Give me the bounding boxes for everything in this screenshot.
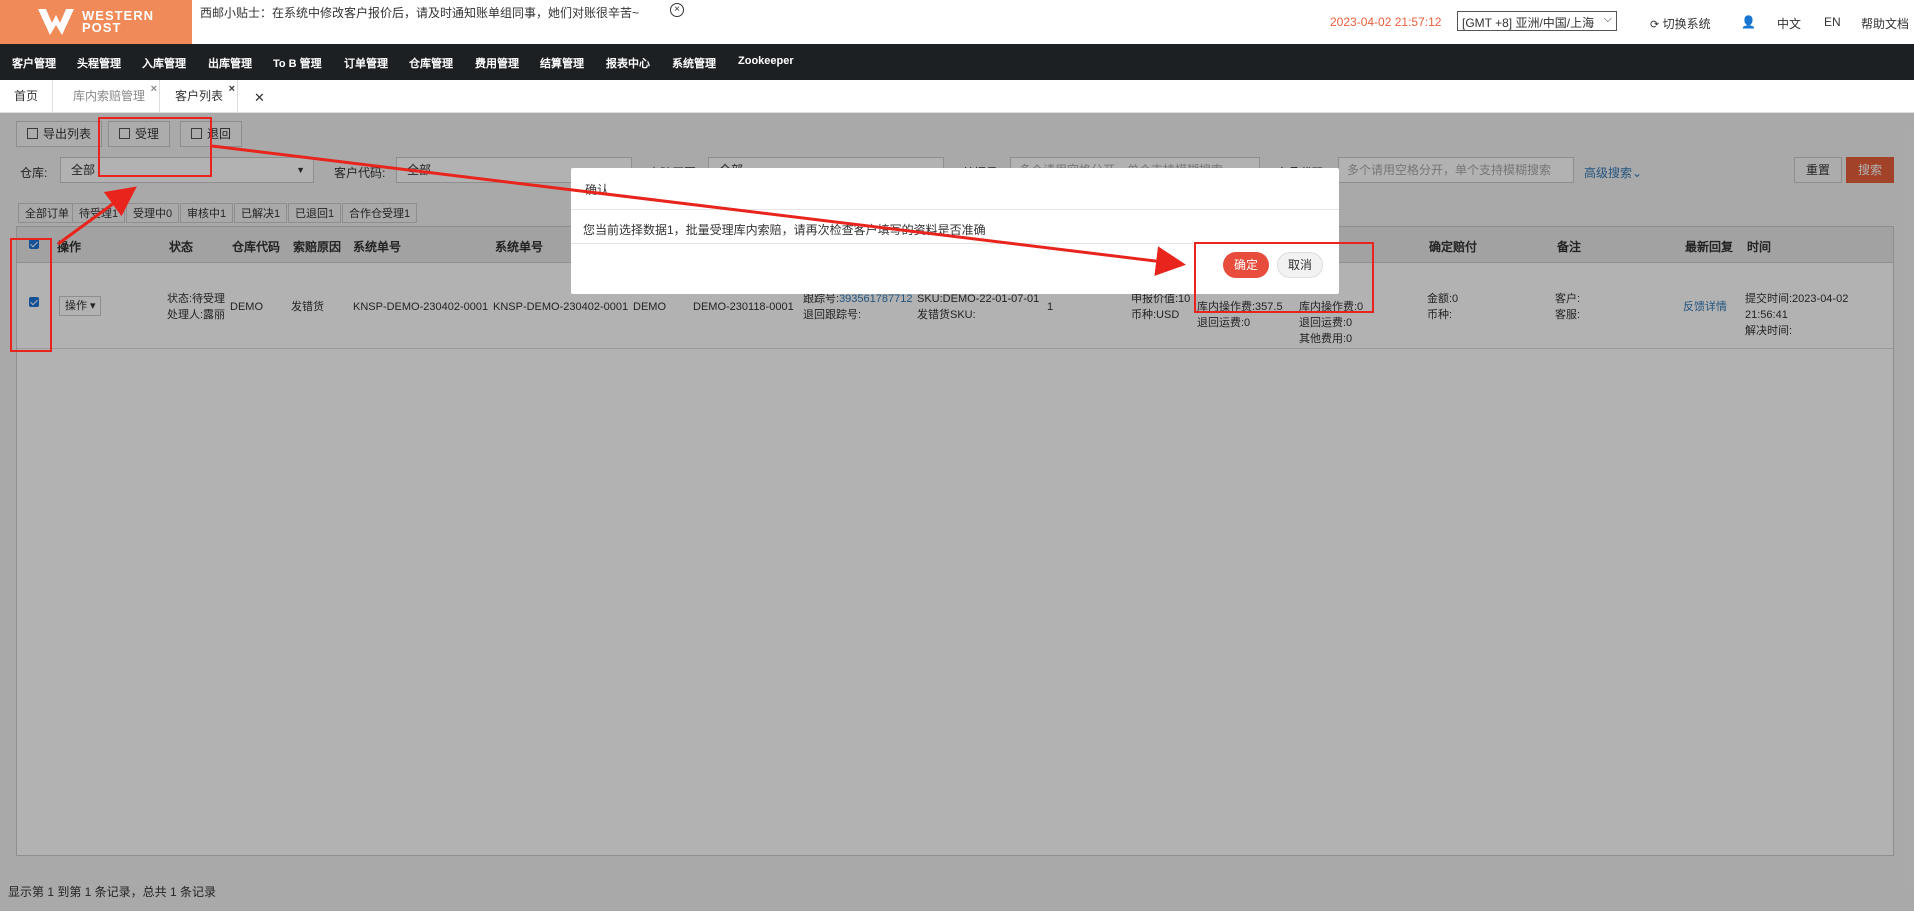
switch-system-label: 切换系统 <box>1662 17 1711 31</box>
main-nav: 客户管理 头程管理 入库管理 出库管理 To B 管理 订单管理 仓库管理 费用… <box>0 44 1914 80</box>
close-icon[interactable]: × <box>229 84 235 95</box>
divider <box>571 209 1339 210</box>
nav-item-inbound[interactable]: 入库管理 <box>142 55 186 71</box>
lang-zh-link[interactable]: 中文 <box>1777 15 1801 32</box>
nav-item-reports[interactable]: 报表中心 <box>606 55 650 71</box>
nav-item-fees[interactable]: 费用管理 <box>475 55 519 71</box>
tab-customer-list[interactable]: 客户列表 × <box>161 80 239 113</box>
current-datetime: 2023-04-02 21:57:12 <box>1330 15 1442 29</box>
nav-item-system[interactable]: 系统管理 <box>672 55 716 71</box>
close-icon[interactable]: × <box>151 84 157 95</box>
nav-item-warehouse[interactable]: 仓库管理 <box>409 55 453 71</box>
tip-text: 西邮小贴士：在系统中修改客户报价后，请及时通知账单组同事，她们对账很辛苦~ <box>200 6 640 20</box>
tab-claims-label: 库内索赔管理 <box>73 89 146 103</box>
top-header: WESTERN POST 西邮小贴士：在系统中修改客户报价后，请及时通知账单组同… <box>0 0 1914 44</box>
annotation-box-accept <box>98 117 212 177</box>
refresh-icon: ⟳ <box>1650 19 1660 31</box>
tab-customer-list-label: 客户列表 <box>175 89 224 103</box>
lang-en-link[interactable]: EN <box>1824 15 1841 29</box>
tab-home-label: 首页 <box>14 89 39 103</box>
dialog-message: 您当前选择数据1，批量受理库内索赔，请再次检查客户填写的资料是否准确 <box>583 223 986 237</box>
tab-home[interactable]: 首页 <box>0 80 54 113</box>
user-icon[interactable]: 👤 <box>1741 15 1756 29</box>
help-link[interactable]: 帮助文档 <box>1861 15 1909 32</box>
annotation-box-checkbox <box>10 238 52 352</box>
annotation-box-confirm <box>1194 242 1374 313</box>
close-tip-icon[interactable]: × <box>670 3 684 17</box>
close-all-tabs-icon[interactable]: ✕ <box>254 90 265 106</box>
nav-item-zookeeper[interactable]: Zookeeper <box>738 55 794 67</box>
logo-line2: POST <box>82 20 122 35</box>
dialog-title: 确认 <box>585 183 610 197</box>
nav-item-outbound[interactable]: 出库管理 <box>208 55 252 71</box>
nav-item-customers[interactable]: 客户管理 <box>12 55 56 71</box>
tab-claims[interactable]: 库内索赔管理 × <box>59 80 161 113</box>
timezone-select[interactable]: [GMT +8] 亚洲/中国/上海 ⌵ <box>1457 11 1617 31</box>
nav-item-settlement[interactable]: 结算管理 <box>540 55 584 71</box>
timezone-value: [GMT +8] 亚洲/中国/上海 <box>1462 16 1595 30</box>
nav-item-orders[interactable]: 订单管理 <box>344 55 388 71</box>
logo-icon <box>38 9 74 35</box>
switch-system-link[interactable]: ⟳ 切换系统 <box>1650 15 1711 32</box>
nav-item-tob[interactable]: To B 管理 <box>273 55 322 71</box>
nav-item-first-leg[interactable]: 头程管理 <box>77 55 121 71</box>
chevron-down-icon: ⌵ <box>1603 13 1612 25</box>
page-tabs: 首页 库内索赔管理 × 客户列表 × ✕ <box>0 80 1914 113</box>
logo[interactable]: WESTERN POST <box>0 0 192 44</box>
